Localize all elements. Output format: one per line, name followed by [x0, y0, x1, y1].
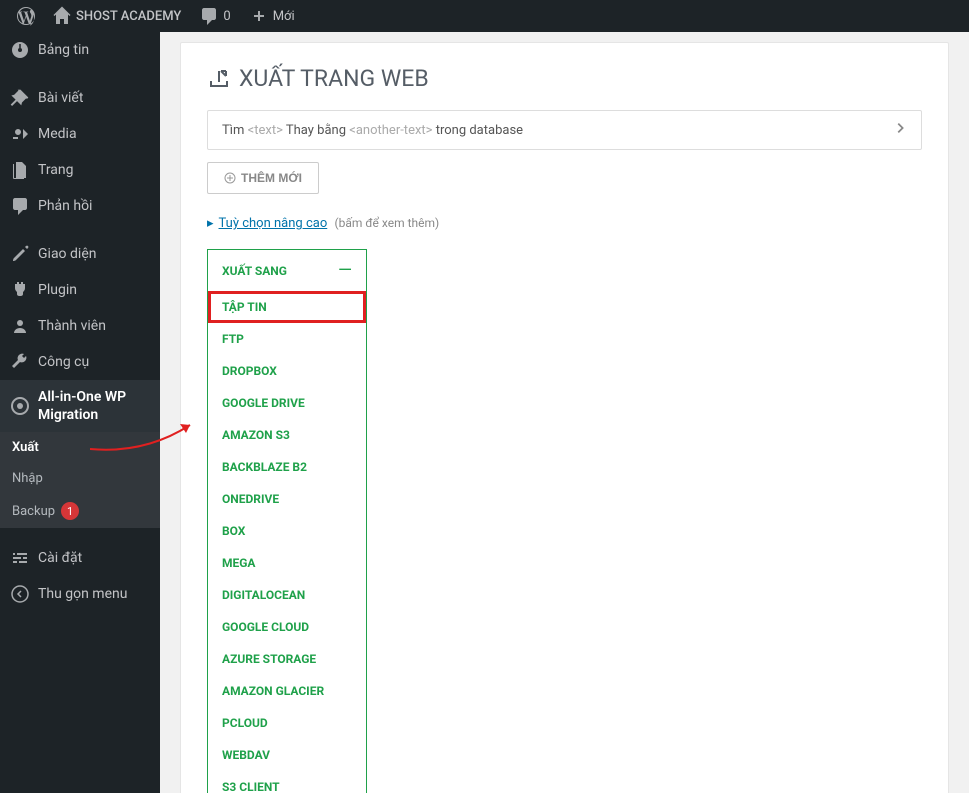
submenu-backup[interactable]: Backup 1 [0, 494, 160, 528]
submenu-import[interactable]: Nhập [0, 463, 160, 494]
sidebar-item-plugins[interactable]: Plugin [0, 272, 160, 308]
main-container: Bảng tin Bài viết Media Trang Phản hồi G… [0, 32, 969, 793]
export-option-google-cloud[interactable]: GOOGLE CLOUD [208, 611, 366, 643]
export-option-digitalocean[interactable]: DIGITALOCEAN [208, 579, 366, 611]
add-new-button[interactable]: THÊM MỚI [207, 162, 319, 194]
user-icon [10, 316, 30, 336]
sidebar-item-label: Bảng tin [38, 42, 89, 58]
export-dropdown-header[interactable]: XUẤT SANG — [208, 250, 366, 291]
add-new-label: THÊM MỚI [241, 171, 302, 185]
advanced-options-hint: (bấm để xem thêm) [334, 216, 439, 230]
export-option-google-drive[interactable]: GOOGLE DRIVE [208, 387, 366, 419]
sidebar-item-settings[interactable]: Cài đặt [0, 540, 160, 576]
dashboard-icon [10, 40, 30, 60]
pages-icon [10, 160, 30, 180]
content-area: XUẤT TRANG WEB Tìm <text> Thay bằng <ano… [160, 32, 969, 793]
admin-topbar: SHOST ACADEMY 0 Mới [0, 0, 969, 32]
replace-placeholder: <another-text> [349, 123, 432, 138]
triangle-right-icon: ▸ [207, 216, 214, 231]
plus-icon [249, 6, 269, 26]
sidebar-item-label: Trang [38, 162, 74, 178]
export-option-mega[interactable]: MEGA [208, 547, 366, 579]
export-option-pcloud[interactable]: PCLOUD [208, 707, 366, 739]
new-content[interactable]: Mới [241, 0, 303, 32]
home-icon [52, 6, 72, 26]
comment-count: 0 [223, 9, 230, 24]
comments-link[interactable]: 0 [191, 0, 238, 32]
sidebar-item-label: All-in-One WP Migration [38, 388, 150, 424]
sliders-icon [10, 548, 30, 568]
export-option-onedrive[interactable]: ONEDRIVE [208, 483, 366, 515]
sidebar-item-label: Thành viên [38, 318, 106, 334]
find-placeholder: <text> [248, 123, 283, 138]
export-option-azure-storage[interactable]: AZURE STORAGE [208, 643, 366, 675]
sidebar-item-comments[interactable]: Phản hồi [0, 188, 160, 224]
find-label: Tìm [222, 123, 244, 138]
plugin-icon [10, 280, 30, 300]
sidebar-item-label: Thu gọn menu [38, 586, 127, 602]
export-option-tập-tin[interactable]: TẬP TIN [208, 291, 366, 323]
plus-circle-icon [224, 172, 236, 184]
backup-count-badge: 1 [61, 502, 79, 520]
comment-icon [10, 196, 30, 216]
brush-icon [10, 244, 30, 264]
ai1wm-submenu: Xuất Nhập Backup 1 [0, 432, 160, 528]
export-option-backblaze-b2[interactable]: BACKBLAZE B2 [208, 451, 366, 483]
sidebar-item-media[interactable]: Media [0, 116, 160, 152]
comment-icon [199, 6, 219, 26]
find-replace-text: Tìm <text> Thay bằng <another-text> tron… [222, 123, 523, 138]
export-option-box[interactable]: BOX [208, 515, 366, 547]
chevron-right-icon [893, 121, 907, 139]
wordpress-icon [16, 6, 36, 26]
migration-icon [10, 396, 30, 416]
page-title: XUẤT TRANG WEB [207, 65, 922, 92]
sidebar-item-pages[interactable]: Trang [0, 152, 160, 188]
wp-logo[interactable] [8, 0, 44, 32]
collapse-icon [10, 584, 30, 604]
site-link[interactable]: SHOST ACADEMY [44, 0, 189, 32]
export-option-s3-client[interactable]: S3 CLIENT [208, 771, 366, 793]
sidebar-item-ai1wm[interactable]: All-in-One WP Migration [0, 380, 160, 432]
advanced-options-link[interactable]: Tuỳ chọn nâng cao [219, 216, 328, 231]
sidebar-item-users[interactable]: Thành viên [0, 308, 160, 344]
submenu-export[interactable]: Xuất [0, 432, 160, 463]
minus-icon: — [338, 260, 352, 281]
sidebar-item-dashboard[interactable]: Bảng tin [0, 32, 160, 68]
submenu-backup-label: Backup [12, 504, 55, 519]
sidebar-collapse[interactable]: Thu gọn menu [0, 576, 160, 612]
sidebar-item-label: Media [38, 126, 77, 142]
in-db-label: trong database [436, 123, 523, 138]
export-option-webdav[interactable]: WEBDAV [208, 739, 366, 771]
media-icon [10, 124, 30, 144]
pin-icon [10, 88, 30, 108]
export-option-amazon-s3[interactable]: AMAZON S3 [208, 419, 366, 451]
sidebar-item-tools[interactable]: Công cụ [0, 344, 160, 380]
page-title-text: XUẤT TRANG WEB [239, 65, 429, 92]
export-dropdown: XUẤT SANG — TẬP TINFTPDROPBOXGOOGLE DRIV… [207, 249, 367, 793]
replace-label: Thay bằng [286, 123, 346, 138]
sidebar-item-label: Bài viết [38, 90, 83, 106]
wrench-icon [10, 352, 30, 372]
sidebar-item-label: Công cụ [38, 354, 89, 370]
sidebar-item-label: Phản hồi [38, 198, 92, 214]
sidebar-item-label: Plugin [38, 282, 77, 298]
new-label: Mới [273, 9, 295, 24]
sidebar-item-label: Cài đặt [38, 550, 82, 566]
export-option-amazon-glacier[interactable]: AMAZON GLACIER [208, 675, 366, 707]
sidebar-item-label: Giao diện [38, 246, 96, 262]
export-icon [207, 67, 231, 91]
admin-sidebar: Bảng tin Bài viết Media Trang Phản hồi G… [0, 32, 160, 793]
export-panel: XUẤT TRANG WEB Tìm <text> Thay bằng <ano… [180, 42, 949, 793]
sidebar-item-appearance[interactable]: Giao diện [0, 236, 160, 272]
find-replace-row[interactable]: Tìm <text> Thay bằng <another-text> tron… [207, 110, 922, 150]
site-name: SHOST ACADEMY [76, 9, 181, 24]
export-option-dropbox[interactable]: DROPBOX [208, 355, 366, 387]
sidebar-item-posts[interactable]: Bài viết [0, 80, 160, 116]
advanced-options[interactable]: ▸ Tuỳ chọn nâng cao (bấm để xem thêm) [207, 216, 922, 231]
export-header-label: XUẤT SANG [222, 264, 287, 278]
export-option-ftp[interactable]: FTP [208, 323, 366, 355]
